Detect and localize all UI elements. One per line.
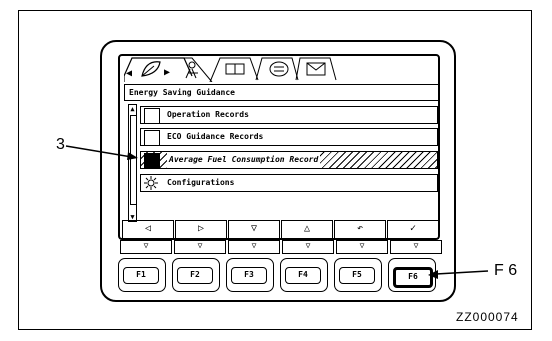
callout-key-label: F 6 (494, 262, 518, 279)
callout-arrows (65, 145, 489, 279)
figure-code: ZZ000074 (456, 310, 519, 324)
callout-item-number: 3 (56, 136, 65, 153)
